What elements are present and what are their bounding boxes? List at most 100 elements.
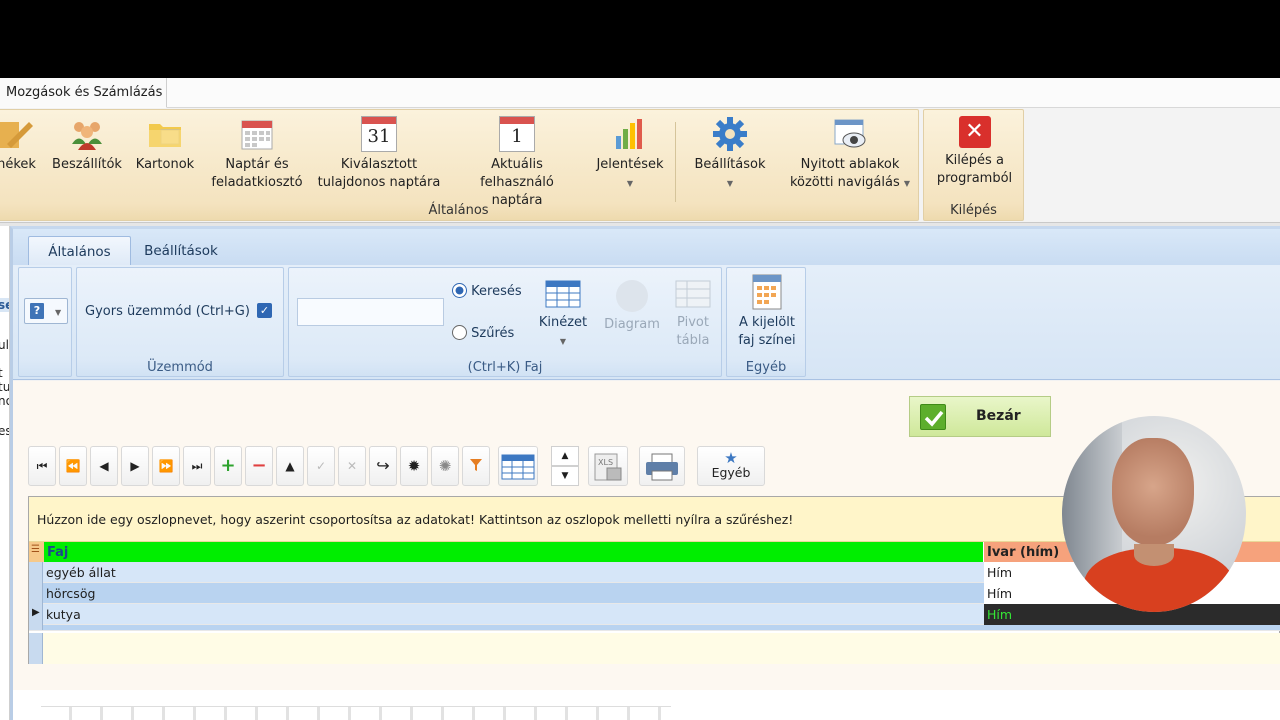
gear-icon <box>713 117 747 151</box>
next-page-button[interactable]: ⏩ <box>152 446 180 486</box>
exit-button[interactable]: ✕ Kilépés a programból <box>928 116 1021 188</box>
table-row-partial[interactable] <box>29 625 1280 631</box>
cards-button[interactable]: Kartonok <box>132 116 198 174</box>
export-excel-button[interactable]: XLS <box>588 446 628 486</box>
view-button[interactable]: Kinézet ▼ <box>537 280 589 351</box>
ribbon-button-label: Kartonok <box>135 157 195 172</box>
inner-ribbon-tabs: Általános Beállítások <box>13 229 1280 265</box>
radio-search[interactable]: Keresés <box>452 283 522 301</box>
ribbon-group-label: Üzemmód <box>147 360 213 375</box>
sort-down-button[interactable]: ▼ <box>551 466 579 486</box>
cell-faj[interactable]: hörcsög <box>43 583 983 604</box>
cell-faj[interactable]: kutya <box>43 604 983 625</box>
window-navigation-button[interactable]: Nyitott ablakok közötti navigálás ▼ <box>785 116 915 193</box>
print-button[interactable] <box>639 446 685 486</box>
ribbon-button-label: Nyitott ablakok <box>800 157 900 172</box>
owner-calendar-button[interactable]: 31 Kiválasztott tulajdonos naptára <box>315 116 443 192</box>
ribbon-group-label: Kilépés <box>950 203 997 218</box>
cancel-edit-button[interactable]: ✕ <box>338 446 366 486</box>
row-indicator <box>29 625 43 630</box>
confirm-edit-button[interactable]: ✓ <box>307 446 335 486</box>
unmark-button[interactable]: ✺ <box>431 446 459 486</box>
sidebar-fragment: t tu <box>0 366 10 394</box>
last-record-button[interactable]: ⏭ <box>183 446 211 486</box>
fast-mode-checkbox[interactable]: ✓ <box>257 303 272 318</box>
filter-button[interactable] <box>462 446 490 486</box>
sidebar-fragment: ula <box>0 338 9 352</box>
main-ribbon: nékek Beszállítók Kartonok Naptár és fel… <box>0 109 1030 222</box>
ribbon-button-label: Jelentések <box>596 157 664 172</box>
reports-button[interactable]: Jelentések ▼ <box>591 116 669 193</box>
ribbon-button-label: Kinézet <box>538 315 588 330</box>
tab-settings[interactable]: Beállítások <box>138 236 224 265</box>
ribbon-group-label: (Ctrl+K) Faj <box>467 360 543 375</box>
chevron-down-icon: ▼ <box>559 337 567 346</box>
sidebar-fragment: es <box>0 424 9 438</box>
suppliers-button[interactable]: Beszállítók <box>51 116 123 174</box>
svg-text:XLS: XLS <box>598 458 613 467</box>
people-icon <box>72 122 102 150</box>
window-eye-icon <box>834 119 866 148</box>
ribbon-button-label: Beszállítók <box>52 157 122 172</box>
other-button[interactable]: ★ Egyéb <box>697 446 765 486</box>
ribbon-button-partial[interactable]: nékek <box>0 116 44 174</box>
column-header-faj[interactable]: Faj <box>44 542 983 562</box>
calendar-day-icon: 31 <box>361 116 397 152</box>
refresh-button[interactable]: ↪ <box>369 446 397 486</box>
document-tab-strip: Mozgások és Számlázás <box>0 78 1280 108</box>
species-colors-button[interactable]: A kijelölt faj színei <box>729 274 805 350</box>
printer-icon <box>646 453 678 480</box>
ribbon-button-label: Aktuális <box>491 157 543 172</box>
prev-record-button[interactable]: ◀ <box>90 446 118 486</box>
ribbon-group-search: Keresés Szűrés Kinézet ▼ Diagram Pivot t… <box>288 267 722 377</box>
ribbon-button-label: Diagram <box>604 317 660 332</box>
diagram-button[interactable]: Diagram <box>603 280 661 334</box>
user-calendar-button[interactable]: 1 Aktuális felhasználó naptára <box>453 116 581 210</box>
close-button[interactable]: Bezár <box>909 396 1051 437</box>
sort-up-button[interactable]: ▲ <box>551 446 579 466</box>
columns-button[interactable] <box>498 446 538 486</box>
sidebar-fragment: no <box>0 394 9 408</box>
ribbon-button-label: feladatkiosztó <box>211 175 303 190</box>
row-indicator <box>29 633 43 664</box>
header-menu-icon[interactable]: ☰ <box>29 542 44 562</box>
row-indicator <box>29 562 43 583</box>
row-indicator: ▶ <box>29 604 43 625</box>
cell-faj[interactable]: egyéb állat <box>43 562 983 583</box>
ribbon-area-background <box>1030 109 1280 222</box>
calendar-day-number: 1 <box>511 126 523 147</box>
ribbon-group-label: Egyéb <box>745 360 787 375</box>
ribbon-group-exit: ✕ Kilépés a programból Kilépés <box>923 109 1024 221</box>
help-book-icon: ? <box>30 303 44 319</box>
chevron-down-icon: ▼ <box>903 179 911 188</box>
ribbon-button-label: Kilépés a <box>945 153 1004 168</box>
settings-button[interactable]: Beállítások ▼ <box>691 116 769 193</box>
row-indicator <box>29 583 43 604</box>
mark-all-button[interactable]: ✹ <box>400 446 428 486</box>
pivot-table-button[interactable]: Pivot tábla <box>669 280 717 350</box>
help-dropdown-button[interactable]: ? ▼ <box>24 298 68 324</box>
ribbon-button-label: Beállítások <box>694 157 766 172</box>
ribbon-button-label: tábla <box>676 333 710 348</box>
ribbon-group-general: nékek Beszállítók Kartonok Naptár és fel… <box>0 109 919 221</box>
calendar-tasks-button[interactable]: Naptár és feladatkiosztó <box>207 116 307 192</box>
toolbar-partial-buttons <box>41 706 671 720</box>
prev-page-button[interactable]: ⏪ <box>59 446 87 486</box>
new-row[interactable] <box>29 633 1280 664</box>
ribbon-button-label: nékek <box>0 157 36 172</box>
ribbon-group-mode: Gyors üzemmód (Ctrl+G) ✓ Üzemmód <box>76 267 284 377</box>
edit-icon <box>0 122 33 148</box>
add-record-button[interactable]: + <box>214 446 242 486</box>
delete-record-button[interactable]: − <box>245 446 273 486</box>
ribbon-group-help: ? ▼ <box>18 267 72 377</box>
fast-mode-label: Gyors üzemmód (Ctrl+G) <box>85 304 250 319</box>
document-tab[interactable]: Mozgások és Számlázás <box>0 78 167 108</box>
edit-up-button[interactable]: ▲ <box>276 446 304 486</box>
radio-selected-icon <box>452 283 467 298</box>
first-record-button[interactable]: ⏮ <box>28 446 56 486</box>
tab-general[interactable]: Általános <box>28 236 131 265</box>
search-input[interactable] <box>297 298 444 326</box>
calendar-day-icon: 1 <box>499 116 535 152</box>
radio-filter[interactable]: Szűrés <box>452 325 514 343</box>
next-record-button[interactable]: ▶ <box>121 446 149 486</box>
